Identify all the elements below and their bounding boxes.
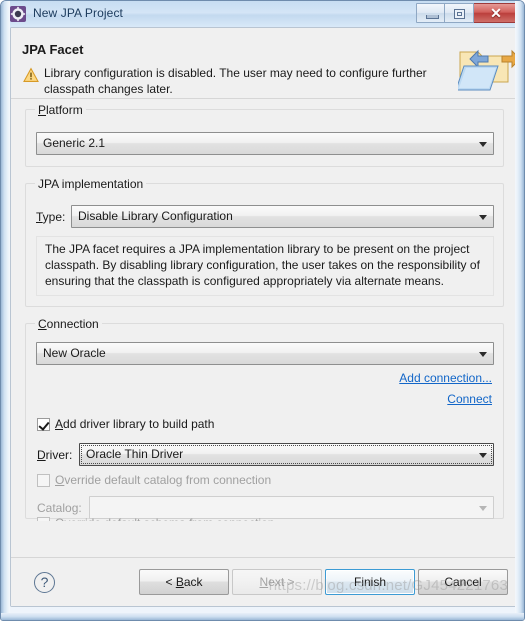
- driver-label: Driver:: [37, 447, 72, 463]
- checkbox-box: [37, 474, 50, 487]
- driver-label-rest: river:: [45, 448, 73, 462]
- window-border-left: [1, 1, 10, 620]
- driver-combo-value: Oracle Thin Driver: [86, 447, 184, 461]
- platform-group-label: Platform: [35, 103, 86, 117]
- override-catalog-label-rest: verride default catalog from connection: [64, 473, 272, 487]
- back-button[interactable]: < Back: [139, 569, 229, 595]
- minimize-icon: [426, 15, 439, 19]
- catalog-combo[interactable]: [89, 496, 494, 519]
- page-title: JPA Facet: [22, 42, 84, 57]
- status-message: Library configuration is disabled. The u…: [44, 66, 427, 96]
- connect-link[interactable]: Connect: [447, 392, 492, 406]
- add-connection-link[interactable]: Add connection...: [399, 371, 492, 385]
- catalog-label-start: Catalo: [37, 501, 72, 515]
- chevron-down-icon: [479, 215, 487, 220]
- next-button-label: Next >: [259, 575, 295, 589]
- dialog-button-bar: ? < Back Next > Finish Cancel https://bl…: [11, 557, 516, 606]
- add-driver-library-label-rest: dd driver library to build path: [63, 417, 215, 431]
- checkbox-box: [37, 517, 50, 521]
- window-border-right: [515, 1, 524, 620]
- chevron-down-icon: [479, 453, 487, 458]
- platform-group: Platform Generic 2.1: [25, 103, 504, 167]
- chevron-down-icon: [479, 142, 487, 147]
- maximize-icon: [454, 9, 465, 19]
- driver-combo[interactable]: Oracle Thin Driver: [79, 443, 494, 466]
- add-driver-library-mnemonic: A: [55, 417, 64, 431]
- type-label: Type:: [36, 209, 65, 225]
- help-button[interactable]: ?: [34, 572, 55, 593]
- add-driver-library-label: Add driver library to build path: [55, 417, 214, 431]
- checkbox-box: [37, 418, 50, 431]
- platform-group-mnemonic: P: [38, 103, 47, 117]
- minimize-button[interactable]: [416, 3, 445, 23]
- next-button: Next >: [232, 569, 322, 595]
- back-button-label: < Back: [165, 575, 203, 589]
- connection-group-label: Connection: [35, 317, 102, 331]
- override-catalog-mnemonic: O: [55, 473, 65, 487]
- jpa-implementation-group: JPA implementation Type: Disable Library…: [25, 177, 504, 307]
- jpa-implementation-group-label: JPA implementation: [35, 177, 147, 191]
- next-button-mnemonic: N: [259, 575, 269, 589]
- platform-group-label-rest: latform: [46, 103, 83, 117]
- close-icon: ✕: [490, 5, 502, 21]
- type-label-mnemonic: T: [36, 210, 43, 224]
- connection-combo-value: New Oracle: [43, 346, 106, 360]
- clipped-row-label: Override default schema from connection: [55, 517, 274, 521]
- type-label-rest: ype:: [42, 210, 66, 224]
- override-catalog-label: Override default catalog from connection: [55, 473, 271, 487]
- platform-combo-value: Generic 2.1: [43, 136, 106, 150]
- jpa-folder-arrows-icon: [455, 42, 521, 94]
- platform-combo[interactable]: Generic 2.1: [36, 132, 494, 155]
- cancel-button[interactable]: Cancel: [418, 569, 508, 595]
- window-title: New JPA Project: [33, 6, 123, 20]
- clipped-checkbox-row[interactable]: Override default schema from connection: [37, 517, 437, 521]
- dialog-window: New JPA Project ✕ JPA Facet Library conf…: [0, 0, 525, 621]
- connection-group-mnemonic: C: [38, 317, 47, 331]
- jpa-type-combo[interactable]: Disable Library Configuration: [71, 205, 494, 228]
- connection-group: Connection New Oracle Add connection... …: [25, 317, 504, 521]
- catalog-label-rest: :: [78, 501, 82, 515]
- chevron-down-icon: [479, 352, 487, 357]
- wizard-header: JPA Facet Library configuration is disab…: [11, 28, 521, 99]
- driver-label-mnemonic: D: [37, 448, 46, 462]
- dialog-client-area: JPA Facet Library configuration is disab…: [10, 27, 521, 607]
- title-bar[interactable]: New JPA Project ✕: [1, 1, 524, 27]
- wizard-body: Platform Generic 2.1 JPA implementation …: [11, 99, 516, 558]
- connection-group-label-rest: onnection: [46, 317, 99, 331]
- caption-button-group: ✕: [416, 3, 519, 24]
- connection-combo[interactable]: New Oracle: [36, 342, 494, 365]
- back-button-mnemonic: B: [175, 575, 184, 589]
- jpa-type-combo-value: Disable Library Configuration: [78, 209, 233, 223]
- chevron-down-icon: [479, 506, 487, 511]
- catalog-label: Catalog:: [37, 500, 82, 516]
- jpa-project-icon: [10, 6, 26, 22]
- warning-icon: [23, 67, 39, 83]
- jpa-implementation-description: The JPA facet requires a JPA implementat…: [36, 236, 494, 296]
- maximize-button[interactable]: [445, 3, 474, 23]
- close-button[interactable]: ✕: [474, 3, 519, 23]
- finish-button[interactable]: Finish: [325, 569, 415, 595]
- window-border-bottom: [1, 613, 524, 620]
